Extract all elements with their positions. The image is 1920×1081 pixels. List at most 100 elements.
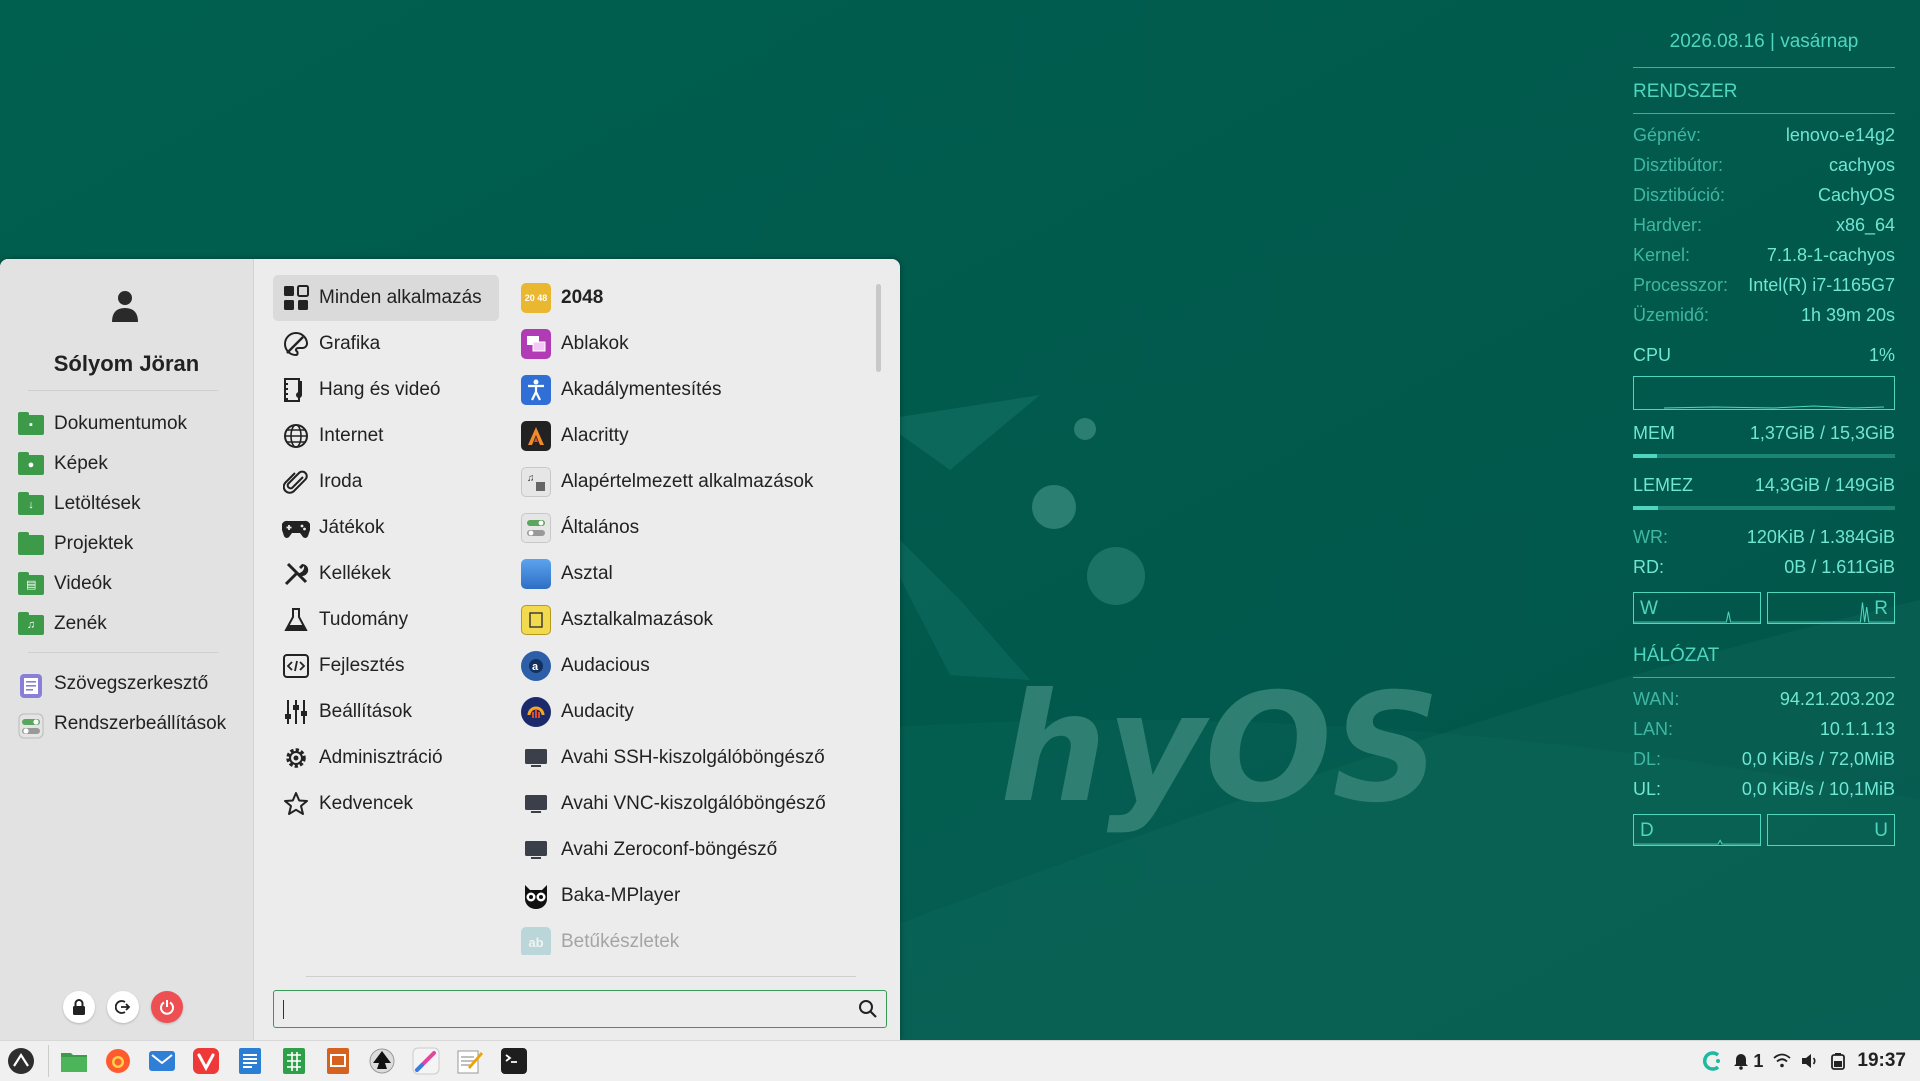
- writer-icon[interactable]: [236, 1047, 264, 1075]
- start-menu-icon[interactable]: [6, 1046, 36, 1076]
- category-science[interactable]: Tudomány: [273, 597, 499, 643]
- place-projects[interactable]: Projektek: [18, 524, 187, 564]
- terminal-icon[interactable]: [500, 1047, 528, 1075]
- conky-row-hostname: Gépnév: lenovo-e14g2: [1633, 125, 1895, 145]
- app-list: 20 48 2048 Ablakok Akadálymentesítés Alac…: [519, 275, 869, 955]
- general-settings-icon: [521, 513, 551, 543]
- place-music[interactable]: ♫ Zenék: [18, 604, 187, 644]
- firefox-icon[interactable]: [104, 1047, 132, 1075]
- app-list-scrollbar[interactable]: [876, 284, 881, 372]
- category-accessories[interactable]: Kellékek: [273, 551, 499, 597]
- lock-button[interactable]: [63, 991, 95, 1023]
- category-audio-video[interactable]: Hang és videó: [273, 367, 499, 413]
- conky-row-distribution: Disztibúció: CachyOS: [1633, 185, 1895, 205]
- conky-disk-row: LEMEZ 14,3GiB / 149GiB: [1633, 475, 1895, 495]
- conky-row-processor: Processzor: Intel(R) i7-1165G7: [1633, 275, 1895, 295]
- place-downloads[interactable]: ↓ Letöltések: [18, 484, 187, 524]
- app-fonts[interactable]: ab Betűkészletek: [519, 919, 869, 955]
- app-avahi-ssh[interactable]: Avahi SSH-kiszolgálóböngésző: [519, 735, 869, 781]
- wifi-icon[interactable]: [1773, 1053, 1791, 1069]
- category-office[interactable]: Iroda: [273, 459, 499, 505]
- conky-widget: 2026.08.16 | vasárnap RENDSZER Gépnév: le…: [1633, 20, 1895, 860]
- cpu-graph: [1633, 376, 1895, 410]
- inkscape-icon[interactable]: [368, 1047, 396, 1075]
- conky-row-distributor: Disztibútor: cachyos: [1633, 155, 1895, 175]
- conky-network-title: HÁLÓZAT: [1633, 645, 1720, 666]
- app-desktop[interactable]: Asztal: [519, 551, 869, 597]
- mail-icon[interactable]: [148, 1047, 176, 1075]
- clock[interactable]: 19:37: [1857, 1050, 1906, 1072]
- power-button[interactable]: [151, 991, 183, 1023]
- app-desktop-applets[interactable]: Asztalkalmazások: [519, 597, 869, 643]
- volume-icon[interactable]: [1801, 1053, 1819, 1069]
- folder-music-icon: ♫: [18, 612, 44, 635]
- category-graphics[interactable]: Grafika: [273, 321, 499, 367]
- 2048-icon: 20 48: [521, 283, 551, 313]
- app-default-apps[interactable]: ♫ Alapértelmezett alkalmazások: [519, 459, 869, 505]
- place-videos[interactable]: ▤ Videók: [18, 564, 187, 604]
- category-internet[interactable]: Internet: [273, 413, 499, 459]
- conky-mem-row: MEM 1,37GiB / 15,3GiB: [1633, 423, 1895, 443]
- category-list: Minden alkalmazás Grafika Hang és videó …: [273, 275, 499, 827]
- category-favorites[interactable]: Kedvencek: [273, 781, 499, 827]
- user-icon: [112, 291, 138, 322]
- battery-icon[interactable]: [1829, 1052, 1847, 1070]
- conky-row-uptime: Üzemidő: 1h 39m 20s: [1633, 305, 1895, 325]
- app-avahi-vnc[interactable]: Avahi VNC-kiszolgálóböngésző: [519, 781, 869, 827]
- conky-system-title: RENDSZER: [1633, 81, 1738, 102]
- monitor-icon: [521, 789, 551, 819]
- palette-icon: [281, 329, 311, 359]
- search-icon[interactable]: [858, 999, 878, 1019]
- app-windows[interactable]: Ablakok: [519, 321, 869, 367]
- impress-icon[interactable]: [324, 1047, 352, 1075]
- divider: [306, 976, 856, 977]
- conky-rd-row: RD: 0B / 1.611GiB: [1633, 557, 1895, 577]
- divider: [48, 1045, 49, 1077]
- sticky-note-icon: [521, 605, 551, 635]
- cachyos-update-icon[interactable]: [1701, 1050, 1723, 1072]
- app-baka-mplayer[interactable]: Baka-MPlayer: [519, 873, 869, 919]
- vivaldi-icon[interactable]: [192, 1047, 220, 1075]
- monitor-icon: [521, 743, 551, 773]
- place-documents[interactable]: ▪ Dokumentumok: [18, 404, 187, 444]
- category-development[interactable]: Fejlesztés: [273, 643, 499, 689]
- text-caret: [283, 1000, 284, 1019]
- app-alacritty[interactable]: Alacritty: [519, 413, 869, 459]
- folder-pictures-icon: ●: [18, 452, 44, 475]
- folder-videos-icon: ▤: [18, 572, 44, 595]
- calc-icon[interactable]: [280, 1047, 308, 1075]
- app-audacious[interactable]: a Audacious: [519, 643, 869, 689]
- pinned-system-settings[interactable]: Rendszerbeállítások: [18, 704, 226, 744]
- bell-icon: [1734, 1054, 1749, 1070]
- folder-downloads-icon: ↓: [18, 492, 44, 515]
- notification-indicator[interactable]: 1: [1733, 1051, 1763, 1072]
- paperclip-icon: [281, 467, 311, 497]
- app-avahi-zeroconf[interactable]: Avahi Zeroconf-böngésző: [519, 827, 869, 873]
- notes-icon[interactable]: [456, 1047, 484, 1075]
- network-graphs: D U: [1633, 814, 1895, 846]
- logout-icon: [115, 1000, 131, 1014]
- search-box[interactable]: [273, 990, 887, 1028]
- place-pictures[interactable]: ● Képek: [18, 444, 187, 484]
- lock-icon: [73, 999, 85, 1015]
- logout-button[interactable]: [107, 991, 139, 1023]
- monitor-icon: [521, 835, 551, 865]
- app-2048[interactable]: 20 48 2048: [519, 275, 869, 321]
- category-settings[interactable]: Beállítások: [273, 689, 499, 735]
- files-icon[interactable]: [60, 1047, 88, 1075]
- audacious-icon: a: [521, 651, 551, 681]
- app-general[interactable]: Általános: [519, 505, 869, 551]
- pinned-text-editor[interactable]: Szövegszerkesztő: [18, 664, 226, 704]
- star-icon: [281, 789, 311, 819]
- category-administration[interactable]: Adminisztráció: [273, 735, 499, 781]
- krita-icon[interactable]: [412, 1047, 440, 1075]
- folder-documents-icon: ▪: [18, 412, 44, 435]
- user-name[interactable]: Sólyom Jöran: [0, 351, 253, 377]
- audacity-icon: [521, 697, 551, 727]
- category-games[interactable]: Játékok: [273, 505, 499, 551]
- category-all-apps[interactable]: Minden alkalmazás: [273, 275, 499, 321]
- film-music-icon: [281, 375, 311, 405]
- search-input[interactable]: [274, 991, 844, 1027]
- app-audacity[interactable]: Audacity: [519, 689, 869, 735]
- app-accessibility[interactable]: Akadálymentesítés: [519, 367, 869, 413]
